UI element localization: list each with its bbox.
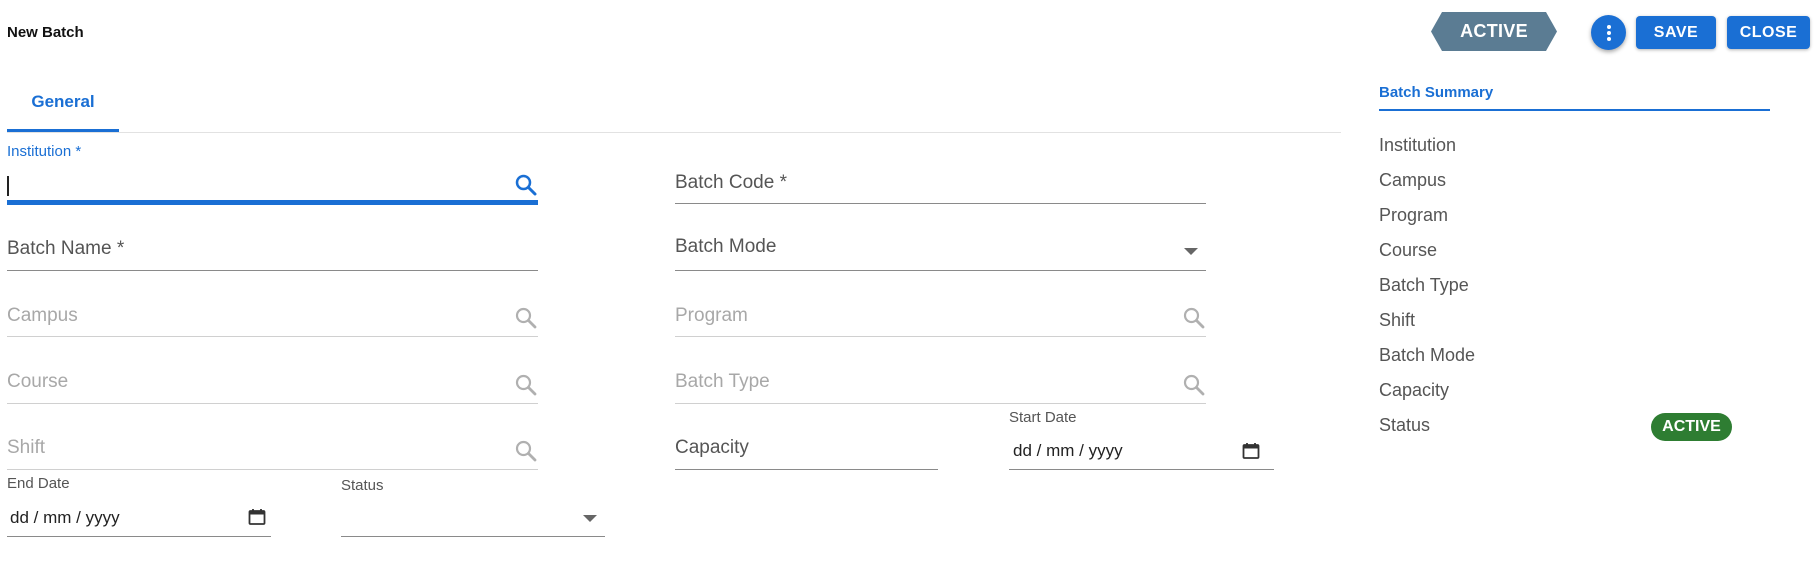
batch-code-field[interactable]: Batch Code *: [675, 165, 1206, 204]
search-icon[interactable]: [514, 173, 538, 197]
status-underline: [341, 536, 605, 537]
summary-item-batch-type: Batch Type: [1379, 275, 1469, 295]
campus-label: Campus: [7, 305, 78, 326]
tabs-divider: [7, 132, 1341, 133]
shift-label: Shift: [7, 437, 46, 458]
start-date-value: dd / mm / yyyy: [1013, 441, 1123, 460]
search-icon[interactable]: [1182, 373, 1206, 397]
end-date-underline: [7, 536, 271, 537]
start-date-underline: [1009, 469, 1274, 470]
more-vert-icon: [1606, 24, 1611, 41]
institution-label: Institution *: [7, 143, 82, 160]
summary-item-program: Program: [1379, 205, 1449, 225]
search-icon[interactable]: [514, 306, 538, 330]
batch-type-underline: [675, 403, 1206, 404]
course-field[interactable]: Course: [7, 364, 538, 404]
status-badge: ACTIVE: [1651, 413, 1732, 441]
status-tag: ACTIVE: [1431, 12, 1557, 51]
search-icon[interactable]: [514, 439, 538, 463]
summary-item-shift: Shift: [1379, 310, 1416, 330]
page-title: New Batch: [7, 24, 84, 41]
batch-mode-underline: [675, 270, 1206, 271]
institution-field[interactable]: [7, 165, 538, 205]
summary-item-capacity: Capacity: [1379, 380, 1450, 400]
batch-code-underline: [675, 203, 1206, 204]
program-field[interactable]: Program: [675, 297, 1206, 337]
calendar-icon[interactable]: [248, 508, 266, 526]
batch-mode-label: Batch Mode: [675, 236, 777, 257]
program-label: Program: [675, 305, 748, 326]
course-label: Course: [7, 371, 69, 392]
summary-item-campus: Campus: [1379, 170, 1447, 190]
start-date-label: Start Date: [1009, 409, 1077, 426]
batch-type-field[interactable]: Batch Type: [675, 364, 1206, 404]
batch-code-label: Batch Code *: [675, 172, 787, 193]
summary-item-batch-mode: Batch Mode: [1379, 345, 1476, 365]
shift-underline: [7, 469, 538, 470]
batch-name-label: Batch Name *: [7, 238, 125, 259]
status-select[interactable]: [341, 499, 605, 537]
more-options-button[interactable]: [1591, 15, 1626, 50]
summary-item-institution: Institution: [1379, 135, 1457, 155]
shift-field[interactable]: Shift: [7, 430, 538, 470]
summary-divider: [1379, 109, 1770, 111]
start-date-input[interactable]: dd / mm / yyyy: [1009, 433, 1274, 470]
search-icon[interactable]: [1182, 306, 1206, 330]
end-date-value: dd / mm / yyyy: [10, 508, 120, 527]
program-underline: [675, 336, 1206, 337]
end-date-input[interactable]: dd / mm / yyyy: [7, 499, 271, 537]
batch-type-label: Batch Type: [675, 371, 770, 392]
batch-name-underline: [7, 270, 538, 271]
campus-underline: [7, 336, 538, 337]
summary-item-course: Course: [1379, 240, 1438, 260]
capacity-underline: [675, 469, 938, 470]
save-button[interactable]: SAVE: [1636, 16, 1716, 49]
dropdown-arrow-icon: [1184, 248, 1198, 255]
batch-mode-select[interactable]: Batch Mode: [675, 231, 1206, 271]
status-label: Status: [341, 477, 384, 494]
summary-title: Batch Summary: [1379, 84, 1494, 101]
summary-item-status: Status: [1379, 415, 1431, 435]
campus-field[interactable]: Campus: [7, 297, 538, 337]
capacity-field[interactable]: Capacity: [675, 430, 938, 470]
close-button[interactable]: CLOSE: [1727, 16, 1810, 49]
course-underline: [7, 403, 538, 404]
dropdown-arrow-icon: [583, 515, 597, 522]
end-date-label: End Date: [7, 475, 70, 492]
institution-underline: [7, 200, 538, 205]
tab-general[interactable]: General: [7, 82, 119, 132]
text-cursor: [7, 176, 9, 196]
batch-name-field[interactable]: Batch Name *: [7, 231, 538, 271]
calendar-icon[interactable]: [1242, 442, 1260, 460]
capacity-label: Capacity: [675, 437, 749, 458]
search-icon[interactable]: [514, 373, 538, 397]
